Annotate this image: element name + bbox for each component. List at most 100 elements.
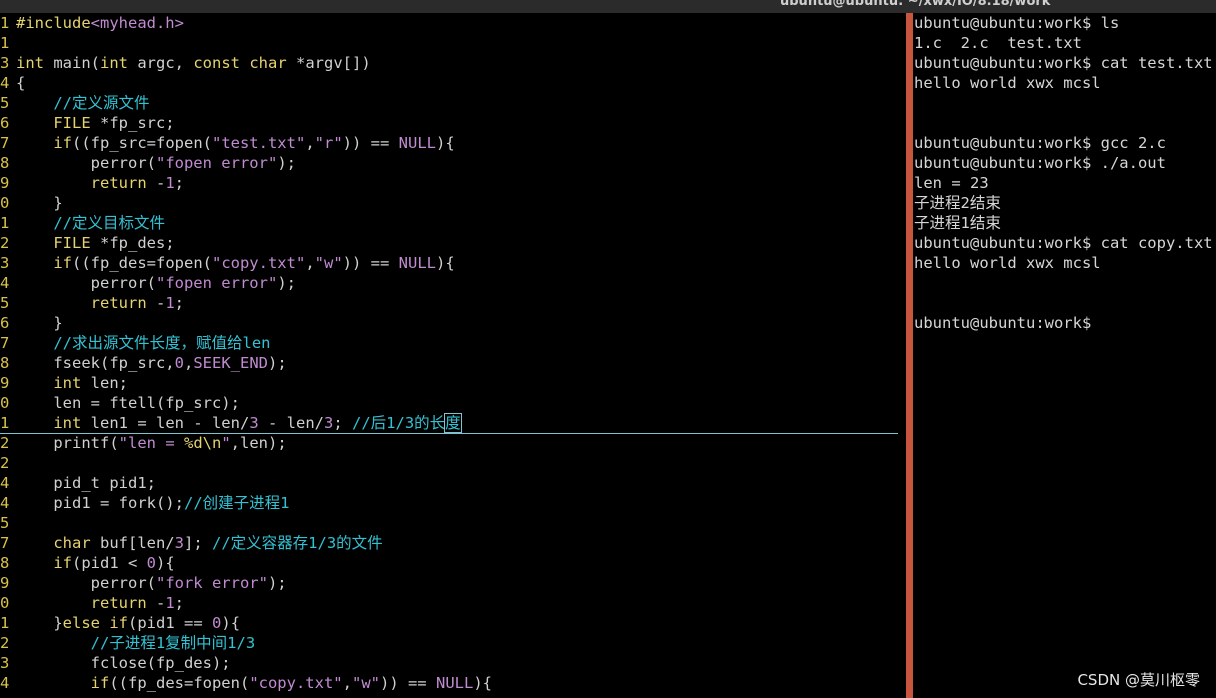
code-line[interactable]: 1 int len1 = len - len/3 - len/3; //后1/3…	[0, 413, 898, 434]
terminal-line: 子进程1结束	[914, 214, 1001, 232]
code-line[interactable]: 3 fclose(fp_des);	[0, 653, 906, 673]
code-line[interactable]: 5 return -1;	[0, 293, 906, 313]
line-number: 5	[0, 94, 9, 112]
code-line[interactable]: 4 if((fp_des=fopen("copy.txt","w")) == N…	[0, 673, 906, 693]
code-token: "fork error"	[155, 574, 268, 592]
code-token: #include	[16, 14, 91, 32]
code-token: buf[len/	[90, 534, 175, 552]
code-token: fseek(fp_src,	[16, 354, 175, 372]
code-line[interactable]: 5 //定义源文件	[0, 93, 906, 113]
terminal-line: ubuntu@ubuntu:work$ ls	[914, 14, 1120, 32]
code-token: )) ==	[342, 254, 399, 272]
code-line[interactable]: 4 pid_t pid1;	[0, 473, 906, 493]
code-line[interactable]: 2 printf("len = %d\n",len);	[0, 433, 906, 453]
code-text: fclose(fp_des);	[16, 653, 231, 673]
line-number: 0	[0, 594, 9, 612]
code-line[interactable]: 4{	[0, 73, 906, 93]
code-text: }	[16, 193, 62, 213]
code-line[interactable]: 1	[0, 33, 906, 53]
code-token: argc,	[128, 54, 194, 72]
code-token: *argv[])	[286, 54, 371, 72]
code-token: len = ftell(fp_src);	[16, 394, 240, 412]
line-number: 6	[0, 314, 9, 332]
code-line[interactable]: 8 if(pid1 < 0){	[0, 553, 906, 573]
code-token: );	[277, 274, 296, 292]
code-token: -	[146, 594, 166, 612]
code-line[interactable]: 2	[0, 453, 906, 473]
code-token: {	[16, 74, 26, 92]
code-line[interactable]: 1 //定义目标文件	[0, 213, 906, 233]
code-text: FILE *fp_des;	[16, 233, 175, 253]
code-token: "	[221, 434, 231, 452]
window-title-bar: ubuntu@ubuntu: ~/xwx/IO/8.18/work	[0, 0, 1216, 13]
code-token: if	[90, 674, 110, 692]
code-token: if	[53, 554, 72, 572]
code-line[interactable]: 7 //求出源文件长度，赋值给len	[0, 333, 906, 353]
terminal-line: len = 23	[914, 174, 989, 192]
code-line[interactable]: 4 perror("fopen error");	[0, 273, 906, 293]
code-line[interactable]: 9 return -1;	[0, 173, 906, 193]
code-line[interactable]: 0 return -1;	[0, 593, 906, 613]
line-number: 8	[0, 554, 9, 572]
line-number: 2	[0, 434, 9, 452]
code-text: return -1;	[16, 293, 184, 313]
code-token: %d\n	[183, 434, 222, 452]
code-token: *fp_des;	[90, 234, 175, 252]
code-token: "w"	[314, 254, 343, 272]
line-number: 5	[0, 294, 9, 312]
code-token: pid_t pid1;	[16, 474, 156, 492]
code-token: //子进程1复制中间1/3	[90, 634, 256, 652]
code-line[interactable]: 8 perror("fopen error");	[0, 153, 906, 173]
code-line[interactable]: 6 }	[0, 313, 906, 333]
code-token: char	[53, 534, 91, 552]
code-token: ){	[435, 254, 455, 272]
code-token: )) ==	[379, 674, 436, 692]
code-text: if((fp_des=fopen("copy.txt","w")) == NUL…	[16, 673, 492, 693]
line-number: 5	[0, 514, 9, 532]
code-line[interactable]: 6 FILE *fp_src;	[0, 113, 906, 133]
terminal-pane[interactable]: ubuntu@ubuntu:work$ ls 1.c 2.c test.txt ub…	[913, 13, 1216, 698]
line-number: 9	[0, 174, 9, 192]
code-token: //定义目标文件	[53, 214, 165, 232]
code-token: ){	[156, 554, 175, 572]
code-token: 3	[174, 534, 184, 552]
vim-editor-pane[interactable]: 1 #include<myhead.h> 1 3 int main(int argc, …	[0, 13, 906, 698]
code-line[interactable]: 9 int len;	[0, 373, 906, 393]
line-number: 3	[0, 54, 9, 72]
code-line[interactable]: 4 pid1 = fork();//创建子进程1	[0, 493, 906, 513]
code-token: ,	[183, 354, 194, 372]
code-token: 1	[165, 294, 175, 312]
code-line[interactable]: 1 #include<myhead.h>	[0, 13, 906, 33]
code-token: if	[53, 254, 72, 272]
code-line[interactable]: 8 fseek(fp_src,0,SEEK_END);	[0, 353, 906, 373]
code-line[interactable]: 7 char buf[len/3]; //定义容器存1/3的文件	[0, 533, 906, 553]
line-number: 0	[0, 194, 9, 212]
line-number: 4	[0, 474, 9, 492]
pane-divider[interactable]	[906, 13, 913, 698]
code-line[interactable]: 2 FILE *fp_des;	[0, 233, 906, 253]
code-line[interactable]: 1 }else if(pid1 == 0){	[0, 613, 906, 633]
code-token: printf(	[16, 434, 119, 452]
code-line[interactable]: 3 if((fp_des=fopen("copy.txt","w")) == N…	[0, 253, 906, 273]
code-token: "fopen error"	[155, 154, 278, 172]
code-line[interactable]: 0 len = ftell(fp_src);	[0, 393, 906, 413]
code-token: );	[267, 354, 287, 372]
code-line[interactable]: 9 perror("fork error");	[0, 573, 906, 593]
line-number: 4	[0, 494, 9, 512]
code-token: char	[249, 54, 287, 72]
code-token: -	[146, 174, 166, 192]
code-line[interactable]: 3 int main(int argc, const char *argv[])	[0, 53, 906, 73]
code-line[interactable]: 7 if((fp_src=fopen("test.txt","r")) == N…	[0, 133, 906, 153]
line-number: 1	[0, 14, 9, 32]
code-text: perror("fopen error");	[16, 153, 296, 173]
code-line[interactable]: 0 }	[0, 193, 906, 213]
terminal-line: hello world xwx mcsl	[914, 254, 1101, 272]
code-line[interactable]: 5	[0, 513, 906, 533]
code-line[interactable]: 2 //子进程1复制中间1/3	[0, 633, 906, 653]
code-token: "copy.txt"	[211, 254, 306, 272]
